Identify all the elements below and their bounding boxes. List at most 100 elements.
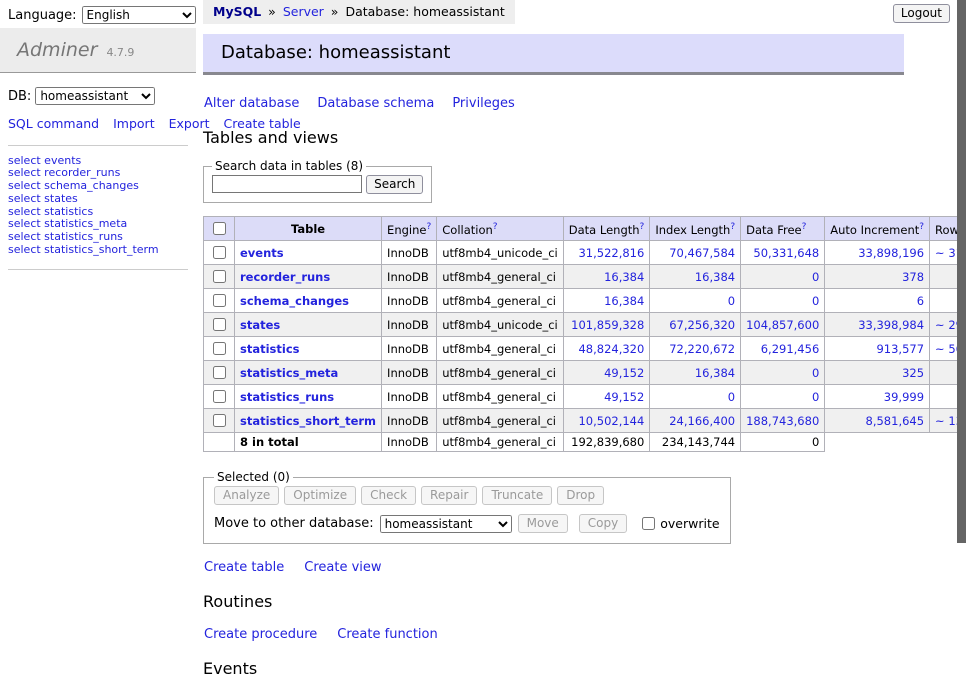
auto-increment-link[interactable]: 8,581,645 — [866, 414, 925, 428]
db-action-link[interactable]: Privileges — [452, 96, 515, 111]
routine-create-link[interactable]: Create function — [337, 627, 437, 642]
index-length-link[interactable]: 72,220,672 — [669, 342, 735, 356]
breadcrumb-mysql-link[interactable]: MySQL — [213, 4, 261, 19]
app-name[interactable]: Adminer — [17, 39, 97, 61]
table-name-link[interactable]: statistics_runs — [240, 390, 334, 404]
table-name-link[interactable]: statistics_short_term — [240, 414, 376, 428]
table-name-link[interactable]: states — [240, 318, 280, 332]
bulk-analyze-button[interactable]: Analyze — [214, 486, 279, 505]
data-free-cell: 188,743,680 — [741, 409, 825, 433]
move-button[interactable]: Move — [518, 514, 568, 533]
bulk-repair-button[interactable]: Repair — [421, 486, 477, 505]
auto-increment-link[interactable]: 33,898,196 — [858, 246, 924, 260]
data-free-link[interactable]: 0 — [812, 294, 819, 308]
data-length-link[interactable]: 16,384 — [604, 294, 644, 308]
index-length-link[interactable]: 16,384 — [695, 366, 735, 380]
table-name-cell: statistics_short_term — [235, 409, 382, 433]
data-free-link[interactable]: 0 — [812, 390, 819, 404]
engine-cell: InnoDB — [382, 289, 437, 313]
data-free-link[interactable]: 50,331,648 — [753, 246, 819, 260]
row-checkbox[interactable] — [213, 294, 226, 307]
sidebar-menu-link[interactable]: Create table — [224, 116, 301, 131]
db-action-link[interactable]: Database schema — [317, 96, 434, 111]
search-button[interactable]: Search — [366, 175, 423, 194]
breadcrumb-server-link[interactable]: Server — [283, 4, 324, 19]
data-free-cell: 104,857,600 — [741, 313, 825, 337]
index-length-link[interactable]: 0 — [728, 294, 735, 308]
table-name-link[interactable]: statistics_meta — [240, 366, 338, 380]
data-free-link[interactable]: 0 — [812, 270, 819, 284]
index-length-link[interactable]: 0 — [728, 390, 735, 404]
column-help-link[interactable]: ? — [426, 222, 431, 232]
sidebar-select-link[interactable]: select statistics_runs — [8, 231, 188, 244]
table-name-link[interactable]: schema_changes — [240, 294, 349, 308]
data-length-link[interactable]: 49,152 — [604, 390, 644, 404]
row-checkbox[interactable] — [213, 342, 226, 355]
auto-increment-link[interactable]: 39,999 — [884, 390, 924, 404]
column-help-link[interactable]: ? — [640, 222, 645, 232]
auto-increment-link[interactable]: 33,398,984 — [858, 318, 924, 332]
breadcrumb-separator: » — [331, 4, 339, 19]
data-length-link[interactable]: 31,522,816 — [578, 246, 644, 260]
column-help-link[interactable]: ? — [730, 222, 735, 232]
table-name-link[interactable]: recorder_runs — [240, 270, 330, 284]
auto-increment-link[interactable]: 913,577 — [876, 342, 924, 356]
routine-create-link[interactable]: Create procedure — [204, 627, 317, 642]
table-name-link[interactable]: events — [240, 246, 284, 260]
total-data-free-cell: 0 — [741, 433, 825, 452]
column-help-link[interactable]: ? — [802, 222, 807, 232]
index-length-link[interactable]: 70,467,584 — [669, 246, 735, 260]
row-checkbox[interactable] — [213, 366, 226, 379]
sidebar-select-link[interactable]: select statistics_short_term — [8, 244, 188, 257]
auto-increment-link[interactable]: 6 — [917, 294, 924, 308]
db-select[interactable]: homeassistant — [35, 87, 155, 105]
data-length-link[interactable]: 48,824,320 — [578, 342, 644, 356]
create-link[interactable]: Create view — [304, 560, 381, 575]
move-label: Move to other database: — [214, 516, 374, 531]
db-action-link[interactable]: Alter database — [204, 96, 299, 111]
sidebar-menu-link[interactable]: Import — [113, 116, 155, 131]
data-length-cell: 101,859,328 — [563, 313, 650, 337]
row-checkbox[interactable] — [213, 318, 226, 331]
select-all-checkbox[interactable] — [213, 222, 226, 235]
index-length-link[interactable]: 67,256,320 — [669, 318, 735, 332]
bulk-drop-button[interactable]: Drop — [557, 486, 604, 505]
logout-button[interactable]: Logout — [893, 4, 950, 23]
sidebar-table-links: select eventsselect recorder_runsselect … — [8, 155, 188, 271]
row-checkbox[interactable] — [213, 270, 226, 283]
index-length-link[interactable]: 16,384 — [695, 270, 735, 284]
language-select[interactable]: English — [82, 6, 196, 24]
sidebar-select-link[interactable]: select states — [8, 193, 188, 206]
create-link[interactable]: Create table — [204, 560, 284, 575]
data-free-link[interactable]: 0 — [812, 366, 819, 380]
column-header-index-length: Index Length? — [650, 217, 741, 241]
sidebar-menu-link[interactable]: SQL command — [8, 116, 99, 131]
row-checkbox[interactable] — [213, 414, 226, 427]
data-length-link[interactable]: 49,152 — [604, 366, 644, 380]
vertical-scrollbar[interactable] — [957, 0, 966, 543]
auto-increment-link[interactable]: 325 — [902, 366, 924, 380]
data-free-link[interactable]: 6,291,456 — [761, 342, 820, 356]
search-input[interactable] — [212, 175, 362, 193]
data-free-link[interactable]: 188,743,680 — [746, 414, 819, 428]
bulk-optimize-button[interactable]: Optimize — [284, 486, 356, 505]
auto-increment-link[interactable]: 378 — [902, 270, 924, 284]
row-checkbox[interactable] — [213, 246, 226, 259]
sidebar-menu-link[interactable]: Export — [169, 116, 210, 131]
data-free-link[interactable]: 104,857,600 — [746, 318, 819, 332]
column-help-link[interactable]: ? — [493, 222, 498, 232]
data-length-link[interactable]: 10,502,144 — [578, 414, 644, 428]
table-name-link[interactable]: statistics — [240, 342, 300, 356]
bulk-truncate-button[interactable]: Truncate — [482, 486, 552, 505]
overwrite-checkbox[interactable] — [642, 517, 655, 530]
data-length-link[interactable]: 16,384 — [604, 270, 644, 284]
routines-title: Routines — [203, 592, 904, 611]
row-checkbox[interactable] — [213, 390, 226, 403]
index-length-link[interactable]: 24,166,400 — [669, 414, 735, 428]
column-help-link[interactable]: ? — [919, 222, 924, 232]
copy-button[interactable]: Copy — [579, 514, 627, 533]
sidebar-select-link[interactable]: select schema_changes — [8, 180, 188, 193]
bulk-check-button[interactable]: Check — [361, 486, 416, 505]
move-db-select[interactable]: homeassistant — [380, 515, 512, 533]
data-length-link[interactable]: 101,859,328 — [571, 318, 644, 332]
